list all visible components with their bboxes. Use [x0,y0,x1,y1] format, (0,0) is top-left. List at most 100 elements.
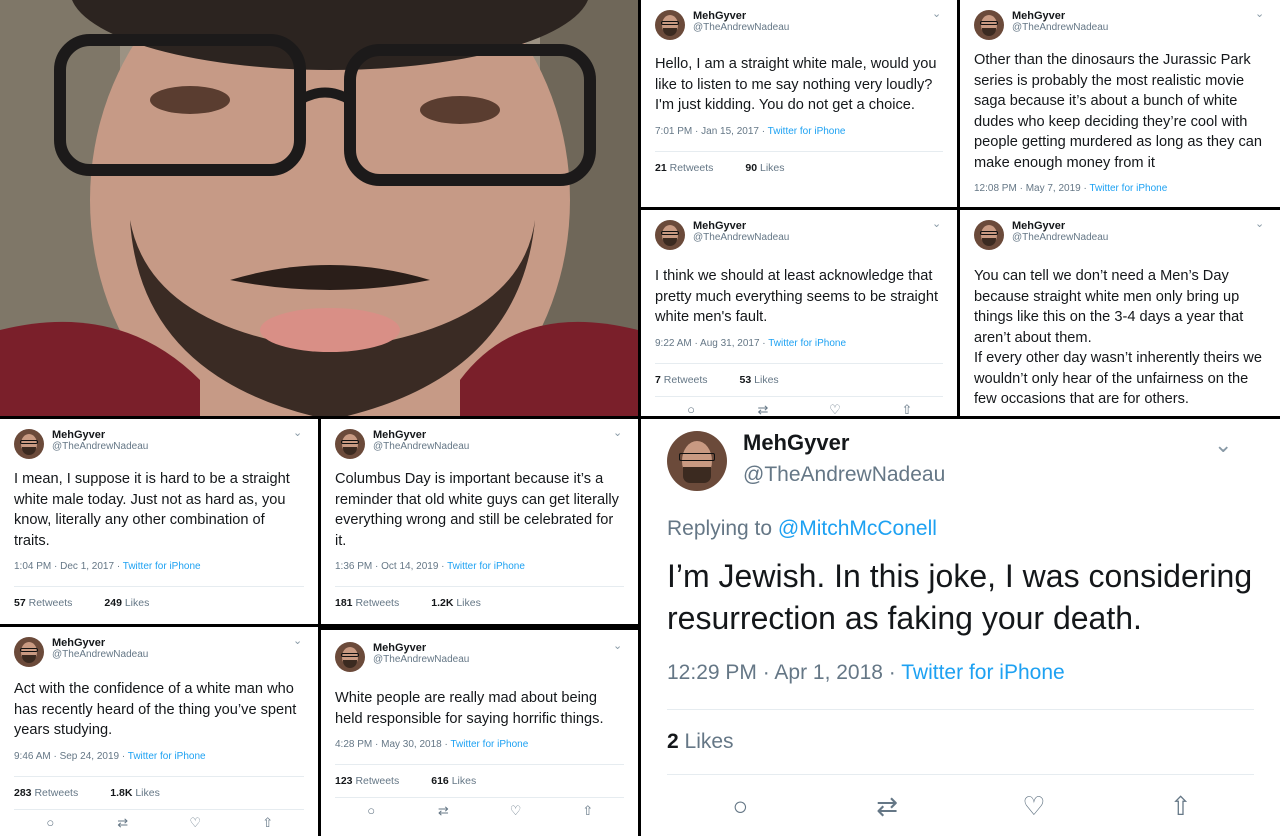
tweet-card[interactable]: MehGyver @TheAndrewNadeau ⌄ Other than th… [960,0,1280,207]
retweet-icon[interactable]: ⇄ [433,804,453,818]
display-name[interactable]: MehGyver [52,429,148,441]
chevron-down-icon[interactable]: ⌄ [293,636,302,647]
user-handle[interactable]: @TheAndrewNadeau [1012,232,1108,243]
replying-to-line: Replying to @MitchMcConell [667,517,1254,541]
tweet-card[interactable]: MehGyver @TheAndrewNadeau ⌄ Columbus Day … [321,419,638,624]
tweet-text: Hello, I am a straight white male, would… [655,56,937,113]
display-name[interactable]: MehGyver [743,430,945,455]
user-handle[interactable]: @TheAndrewNadeau [1012,22,1108,33]
retweet-count[interactable]: 283 [14,787,32,799]
reply-icon[interactable]: ○ [725,793,755,819]
tweet-card[interactable]: MehGyver @TheAndrewNadeau ⌄ I think we sh… [641,210,957,416]
share-icon[interactable]: ⇧ [1166,793,1196,819]
likes-label: Likes [451,775,477,787]
tweet-card[interactable]: MehGyver @TheAndrewNadeau ⌄ White people … [321,630,638,836]
chevron-down-icon[interactable]: ⌄ [613,641,622,652]
tweet-header: MehGyver @TheAndrewNadeau ⌄ [655,219,943,252]
tweet-source-link[interactable]: Twitter for iPhone [768,126,846,137]
like-icon[interactable]: ♡ [185,815,205,830]
avatar[interactable] [667,431,727,491]
tweet-source-link[interactable]: Twitter for iPhone [128,751,206,762]
avatar[interactable] [335,429,365,459]
chevron-down-icon[interactable]: ⌄ [932,219,941,230]
display-name[interactable]: MehGyver [52,637,148,649]
avatar[interactable] [655,220,685,250]
retweet-count[interactable]: 7 [655,374,661,386]
tweet-source-link[interactable]: Twitter for iPhone [450,739,528,750]
chevron-down-icon[interactable]: ⌄ [932,9,941,20]
retweet-count[interactable]: 123 [335,775,353,787]
user-handle[interactable]: @TheAndrewNadeau [693,232,789,243]
retweet-count[interactable]: 21 [655,162,667,174]
avatar[interactable] [335,642,365,672]
tweet-timestamp: 1:36 PM · Oct 14, 2019 · Twitter for iPh… [335,561,624,572]
display-name[interactable]: MehGyver [373,642,469,654]
display-name[interactable]: MehGyver [373,429,469,441]
retweet-icon[interactable]: ⇄ [872,793,902,819]
featured-tweet-card[interactable]: MehGyver @TheAndrewNadeau ⌄ Replying to @… [641,419,1280,836]
avatar[interactable] [974,220,1004,250]
reply-icon[interactable]: ○ [40,815,60,830]
reply-icon[interactable]: ○ [361,804,381,818]
share-icon[interactable]: ⇧ [258,815,278,830]
display-name[interactable]: MehGyver [1012,10,1108,22]
tweet-stats: 181 Retweets 1.2K Likes [335,587,624,619]
user-handle[interactable]: @TheAndrewNadeau [373,654,469,665]
share-icon[interactable]: ⇧ [578,804,598,818]
chevron-down-icon[interactable]: ⌄ [293,428,302,439]
chevron-down-icon[interactable]: ⌄ [1255,219,1264,230]
user-handle[interactable]: @TheAndrewNadeau [52,441,148,452]
user-handle[interactable]: @TheAndrewNadeau [743,463,945,486]
avatar[interactable] [655,10,685,40]
tweet-card[interactable]: MehGyver @TheAndrewNadeau ⌄ Hello, I am a… [641,0,957,207]
tweet-header: MehGyver @TheAndrewNadeau ⌄ [655,9,943,42]
user-handle[interactable]: @TheAndrewNadeau [52,649,148,660]
like-count[interactable]: 616 [431,775,449,787]
reply-mention-link[interactable]: @MitchMcConell [778,517,937,540]
chevron-down-icon[interactable]: ⌄ [1255,9,1264,20]
like-count[interactable]: 2 [667,730,679,753]
retweet-count[interactable]: 57 [14,597,26,609]
retweets-label: Retweets [663,373,708,386]
tweet-source-link[interactable]: Twitter for iPhone [901,661,1064,684]
tweet-actions: ○ ⇄ ♡ ⇧ [335,797,624,818]
tweet-stats: 21 Retweets 90 Likes [655,152,943,184]
display-name[interactable]: MehGyver [693,220,789,232]
tweet-timestamp: 1:04 PM · Dec 1, 2017 · Twitter for iPho… [14,561,304,572]
chevron-down-icon[interactable]: ⌄ [1214,434,1234,456]
tweet-actions: ○ ⇄ ♡ ⇧ [655,395,943,416]
tweet-source-link[interactable]: Twitter for iPhone [123,561,201,572]
like-icon[interactable]: ♡ [1019,793,1049,819]
like-count[interactable]: 1.2K [431,597,453,609]
tweet-source-link[interactable]: Twitter for iPhone [1089,183,1167,194]
display-name[interactable]: MehGyver [1012,220,1108,232]
like-count[interactable]: 90 [745,162,757,174]
reply-icon[interactable]: ○ [681,402,701,416]
user-handle[interactable]: @TheAndrewNadeau [373,441,469,452]
tweet-time: 7:01 PM · Jan 15, 2017 · [655,125,768,137]
share-icon[interactable]: ⇧ [897,402,917,416]
like-icon[interactable]: ♡ [506,804,526,818]
selfie-image [0,0,638,416]
display-name[interactable]: MehGyver [693,10,789,22]
avatar[interactable] [14,637,44,667]
like-count[interactable]: 249 [104,597,122,609]
tweet-text: Columbus Day is important because it’s a… [335,471,619,549]
tweet-card[interactable]: MehGyver @TheAndrewNadeau ⌄ You can tell … [960,210,1280,416]
likes-label: Likes [124,597,150,609]
avatar[interactable] [974,10,1004,40]
tweet-card[interactable]: MehGyver @TheAndrewNadeau ⌄ Act with the … [0,627,318,836]
avatar[interactable] [14,429,44,459]
tweet-source-link[interactable]: Twitter for iPhone [447,561,525,572]
tweet-card[interactable]: MehGyver @TheAndrewNadeau ⌄ I mean, I sup… [0,419,318,624]
chevron-down-icon[interactable]: ⌄ [613,428,622,439]
like-count[interactable]: 1.8K [110,787,132,799]
like-count[interactable]: 53 [740,374,752,386]
like-icon[interactable]: ♡ [825,402,845,416]
retweet-icon[interactable]: ⇄ [113,815,133,830]
retweet-count[interactable]: 181 [335,597,353,609]
tweet-timestamp: 12:29 PM · Apr 1, 2018 · Twitter for iPh… [667,661,1254,685]
tweet-source-link[interactable]: Twitter for iPhone [768,338,846,349]
user-handle[interactable]: @TheAndrewNadeau [693,22,789,33]
retweet-icon[interactable]: ⇄ [753,402,773,416]
